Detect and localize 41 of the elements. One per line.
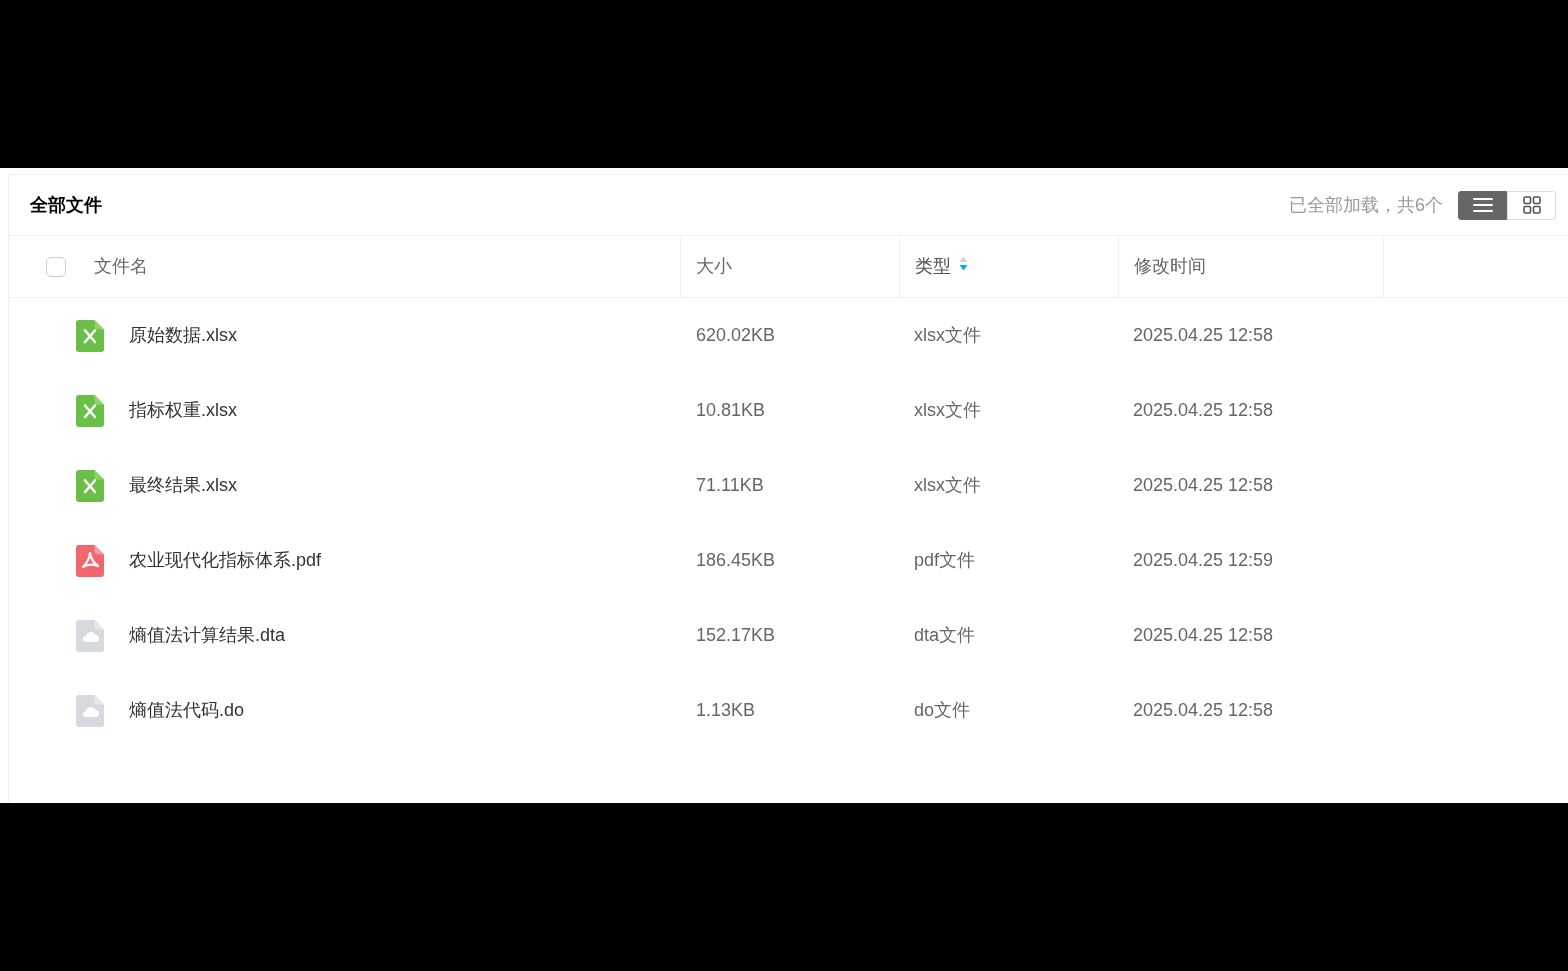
column-header[interactable]: 大小 [696,253,732,280]
pdf-file-icon [76,544,104,577]
select-all-checkbox[interactable] [46,256,66,277]
file-size: 71.11KB [696,475,764,495]
file-type: xlsx文件 [914,400,981,420]
spreadsheet-file-icon [76,469,104,502]
file-type: xlsx文件 [914,325,981,345]
modified-time: 2025.04.25 12:58 [1133,625,1274,645]
cloud-file-icon [76,619,104,652]
file-name[interactable]: 农业现代化指标体系.pdf [129,547,322,574]
modified-time: 2025.04.25 12:58 [1133,700,1274,720]
grid-icon [1522,196,1541,214]
file-size: 620.02KB [696,325,776,345]
file-size: 186.45KB [696,550,776,570]
spreadsheet-file-icon [76,394,104,427]
list-icon [1472,197,1493,213]
column-header[interactable]: 类型 [915,253,951,280]
grid-view-button[interactable] [1507,190,1556,220]
file-name[interactable]: 指标权重.xlsx [129,397,237,424]
file-name[interactable]: 原始数据.xlsx [129,322,237,349]
file-size: 10.81KB [696,400,766,420]
list-view-button[interactable] [1458,190,1507,220]
page-title: 全部文件 [30,193,102,217]
modified-time: 2025.04.25 12:59 [1133,550,1274,570]
file-name[interactable]: 最终结果.xlsx [129,472,237,499]
column-header[interactable]: 文件名 [94,253,148,280]
file-size: 152.17KB [696,625,776,645]
file-size: 1.13KB [696,700,756,720]
file-type: do文件 [914,700,971,720]
column-header[interactable]: 修改时间 [1134,253,1206,280]
file-name[interactable]: 熵值法代码.do [129,697,245,724]
modified-time: 2025.04.25 12:58 [1133,475,1274,495]
file-type: xlsx文件 [914,475,981,495]
modified-time: 2025.04.25 12:58 [1133,325,1274,345]
file-type: pdf文件 [914,550,976,570]
modified-time: 2025.04.25 12:58 [1133,400,1274,420]
file-name[interactable]: 熵值法计算结果.dta [129,622,286,649]
spreadsheet-file-icon [76,319,104,352]
cloud-file-icon [76,694,104,727]
load-status-text: 已全部加载，共6个 [1289,193,1443,217]
file-type: dta文件 [914,625,976,645]
